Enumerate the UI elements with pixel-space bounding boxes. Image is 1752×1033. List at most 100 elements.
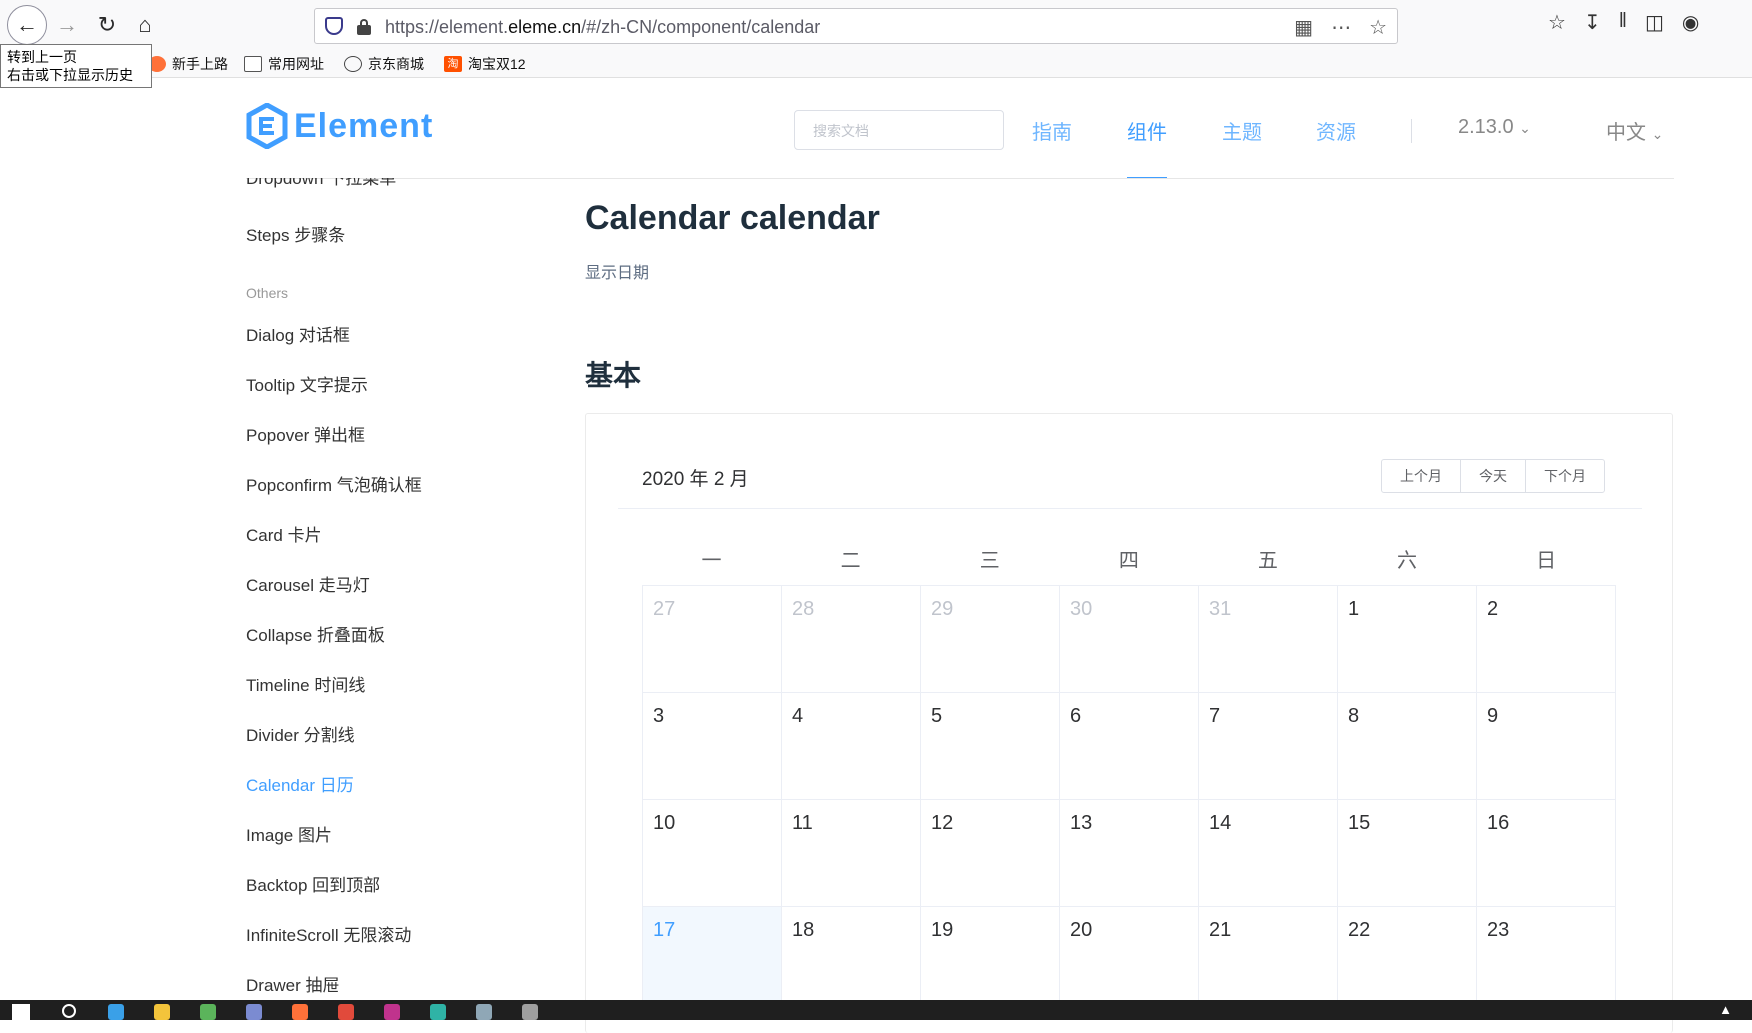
sidebar-item-tooltip[interactable]: Tooltip 文字提示 [246, 371, 368, 396]
calendar-day-cell[interactable]: 29 [921, 586, 1060, 693]
sidebar-item-carousel[interactable]: Carousel 走马灯 [246, 571, 370, 596]
app-icon[interactable] [384, 1004, 400, 1020]
nav-resource[interactable]: 资源 [1316, 116, 1356, 145]
calendar-day-cell[interactable]: 30 [1060, 586, 1199, 693]
nav-divider [1411, 119, 1412, 143]
forward-arrow-icon[interactable]: → [50, 8, 84, 42]
sidebar-item-popover[interactable]: Popover 弹出框 [246, 421, 365, 446]
download-icon[interactable]: ↧ [1584, 10, 1601, 35]
chevron-down-icon: ⌄ [1651, 126, 1664, 142]
element-logo[interactable]: Element [246, 103, 433, 149]
sidebar-item-calendar[interactable]: Calendar 日历 [246, 771, 354, 796]
calendar-day-cell-today[interactable]: 17 [643, 907, 782, 1014]
calendar-day-cell[interactable]: 22 [1338, 907, 1477, 1014]
calendar-day-cell[interactable]: 9 [1477, 693, 1616, 800]
sidebar-item-divider[interactable]: Divider 分割线 [246, 721, 355, 746]
windows-start-icon[interactable] [12, 1004, 30, 1020]
notepad-icon[interactable] [200, 1004, 216, 1020]
calendar-day-cell[interactable]: 4 [782, 693, 921, 800]
calendar-week-row: 3 4 5 6 7 8 9 [643, 693, 1616, 800]
section-title: 基本 [585, 360, 642, 391]
calendar-day-cell[interactable]: 5 [921, 693, 1060, 800]
weekday-label: 日 [1536, 550, 1557, 572]
calendar-day-cell[interactable]: 2 [1477, 586, 1616, 693]
sidebar-item-steps[interactable]: Steps 步骤条 [246, 221, 345, 246]
calendar-header-divider [618, 508, 1642, 509]
calendar-day-cell[interactable]: 12 [921, 800, 1060, 907]
logo-text: Element [294, 106, 434, 145]
weekday-label: 六 [1397, 550, 1418, 572]
calendar-day-cell[interactable]: 20 [1060, 907, 1199, 1014]
sidebar-item-timeline[interactable]: Timeline 时间线 [246, 671, 365, 696]
nav-theme[interactable]: 主题 [1222, 116, 1262, 145]
calendar-day-cell[interactable]: 10 [643, 800, 782, 907]
taobao-icon: 淘 [444, 56, 462, 72]
browser-toolbar: ← → ↻ ⌂ https://element.eleme.cn/#/zh-CN… [0, 0, 1752, 50]
app-icon[interactable] [246, 1004, 262, 1020]
bookmarks-bar: 新手上路 常用网址 京东商城 淘 淘宝双12 [0, 50, 1752, 78]
file-explorer-icon[interactable] [154, 1004, 170, 1020]
chrome-icon[interactable] [338, 1004, 354, 1020]
calendar-day-cell[interactable]: 19 [921, 907, 1060, 1014]
sidebar-item-infinitescroll[interactable]: InfiniteScroll 无限滚动 [246, 921, 411, 946]
bookmark-star-icon[interactable]: ☆ [1369, 15, 1387, 40]
nav-guide[interactable]: 指南 [1032, 116, 1072, 145]
calendar-day-cell[interactable]: 3 [643, 693, 782, 800]
bookmark-label: 京东商城 [368, 56, 424, 72]
library-icon[interactable]: ‖ [1619, 10, 1627, 35]
pocket-icon[interactable]: ☆ [1548, 10, 1566, 35]
calendar-day-cell[interactable]: 11 [782, 800, 921, 907]
calendar-day-cell[interactable]: 14 [1199, 800, 1338, 907]
calendar-day-cell[interactable]: 1 [1338, 586, 1477, 693]
url-bar[interactable]: https://element.eleme.cn/#/zh-CN/compone… [314, 8, 1398, 44]
today-button[interactable]: 今天 [1461, 460, 1526, 492]
edge-icon[interactable] [108, 1004, 124, 1020]
more-actions-icon[interactable]: ⋯ [1331, 15, 1351, 40]
home-icon[interactable]: ⌂ [128, 8, 162, 42]
bookmark-item[interactable]: 淘 淘宝双12 [444, 54, 526, 74]
reload-icon[interactable]: ↻ [90, 8, 124, 42]
sidebar-item-card[interactable]: Card 卡片 [246, 521, 322, 546]
system-tray[interactable]: ▲ [1719, 1002, 1732, 1017]
sidebar-item-popconfirm[interactable]: Popconfirm 气泡确认框 [246, 471, 422, 496]
calendar-day-cell[interactable]: 27 [643, 586, 782, 693]
calendar-day-cell[interactable]: 13 [1060, 800, 1199, 907]
calendar-day-cell[interactable]: 16 [1477, 800, 1616, 907]
calendar-day-cell[interactable]: 23 [1477, 907, 1616, 1014]
back-arrow-icon[interactable]: ← [7, 5, 47, 45]
calendar-day-cell[interactable]: 31 [1199, 586, 1338, 693]
qr-code-icon[interactable]: ▦ [1294, 15, 1313, 40]
nav-component[interactable]: 组件 [1127, 116, 1167, 145]
sidebar-item-collapse[interactable]: Collapse 折叠面板 [246, 621, 385, 646]
app-icon[interactable] [476, 1004, 492, 1020]
calendar-day-cell[interactable]: 15 [1338, 800, 1477, 907]
calendar-day-cell[interactable]: 7 [1199, 693, 1338, 800]
sidebar-item-drawer[interactable]: Drawer 抽屉 [246, 971, 340, 996]
app-icon[interactable] [430, 1004, 446, 1020]
bookmark-item[interactable]: 常用网址 [244, 54, 324, 74]
prev-month-button[interactable]: 上个月 [1382, 460, 1461, 492]
next-month-button[interactable]: 下个月 [1526, 460, 1604, 492]
calendar-day-cell[interactable]: 21 [1199, 907, 1338, 1014]
tracking-shield-icon[interactable] [325, 17, 343, 35]
language-dropdown[interactable]: 中文 ⌄ [1606, 116, 1663, 145]
firefox-icon[interactable] [292, 1004, 308, 1020]
calendar-day-cell[interactable]: 6 [1060, 693, 1199, 800]
bookmark-item[interactable]: 新手上路 [148, 54, 228, 74]
bookmark-item[interactable]: 京东商城 [344, 54, 424, 74]
sidebar-item-image[interactable]: Image 图片 [246, 821, 332, 846]
sidebar-toggle-icon[interactable]: ◫ [1645, 10, 1664, 35]
sidebar-item-backtop[interactable]: Backtop 回到顶部 [246, 871, 380, 896]
app-icon[interactable] [522, 1004, 538, 1020]
url-text[interactable]: https://element.eleme.cn/#/zh-CN/compone… [385, 17, 820, 38]
calendar-day-cell[interactable]: 28 [782, 586, 921, 693]
sidebar-item-dialog[interactable]: Dialog 对话框 [246, 321, 350, 346]
version-dropdown[interactable]: 2.13.0 ⌄ [1458, 116, 1531, 139]
calendar-day-cell[interactable]: 8 [1338, 693, 1477, 800]
sidebar-item-dropdown[interactable]: Dropdown 下拉菜单 [246, 178, 396, 189]
lock-icon[interactable] [357, 19, 371, 35]
search-input[interactable]: 搜索文档 [794, 110, 1004, 150]
calendar-day-cell[interactable]: 18 [782, 907, 921, 1014]
account-icon[interactable]: ◉ [1682, 10, 1699, 35]
search-icon[interactable] [62, 1004, 76, 1018]
